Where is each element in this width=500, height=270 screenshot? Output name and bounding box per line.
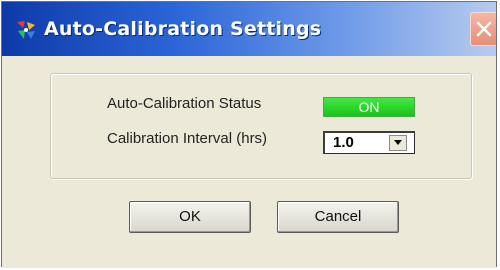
interval-select[interactable]: 1.0 (323, 131, 415, 154)
status-label: Auto-Calibration Status (107, 95, 262, 112)
ok-button[interactable]: OK (129, 201, 251, 233)
close-button[interactable] (470, 12, 496, 46)
interval-value: 1.0 (333, 134, 354, 151)
status-indicator: ON (323, 97, 415, 117)
interval-label: Calibration Interval (hrs) (107, 130, 268, 147)
calibration-app-icon (15, 19, 37, 41)
dialog-window: Auto-Calibration Settings Auto-Calibrati… (1, 1, 497, 268)
dialog-content: Auto-Calibration Status ON Calibration I… (2, 56, 496, 268)
chevron-down-icon (394, 140, 402, 145)
title-bar[interactable]: Auto-Calibration Settings (2, 2, 496, 56)
close-icon (476, 21, 492, 37)
dropdown-button[interactable] (389, 135, 407, 151)
cancel-button[interactable]: Cancel (277, 201, 399, 233)
settings-group: Auto-Calibration Status ON Calibration I… (50, 73, 472, 179)
window-title: Auto-Calibration Settings (44, 18, 322, 40)
